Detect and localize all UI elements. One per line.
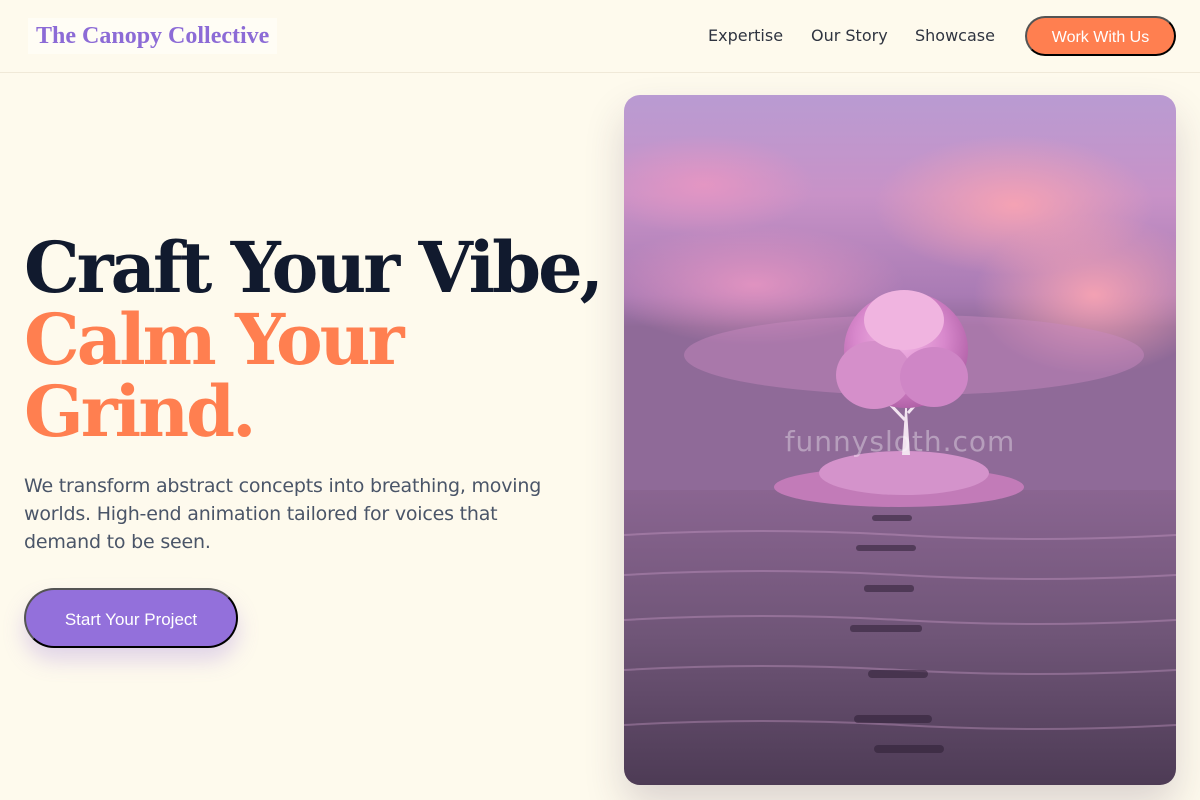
headline-line-3: Grind. [24, 370, 256, 453]
brand-logo[interactable]: The Canopy Collective [28, 18, 278, 54]
navbar: The Canopy Collective Expertise Our Stor… [0, 0, 1200, 73]
nav-link-our-story[interactable]: Our Story [811, 24, 888, 48]
nav-link-showcase[interactable]: Showcase [915, 24, 995, 48]
headline-line-1: Craft Your Vibe, [24, 226, 604, 309]
start-project-button[interactable]: Start Your Project [24, 588, 238, 648]
hero-lead-text: We transform abstract concepts into brea… [24, 475, 542, 553]
hero-headline: Craft Your Vibe, Calm Your Grind. [24, 226, 604, 453]
nav-link-expertise[interactable]: Expertise [708, 24, 783, 48]
image-watermark: funnysloth.com [784, 425, 1016, 458]
work-with-us-button[interactable]: Work With Us [1025, 16, 1176, 56]
hero-image: funnysloth.com [624, 95, 1176, 785]
headline-line-2: Calm Your [24, 298, 404, 381]
